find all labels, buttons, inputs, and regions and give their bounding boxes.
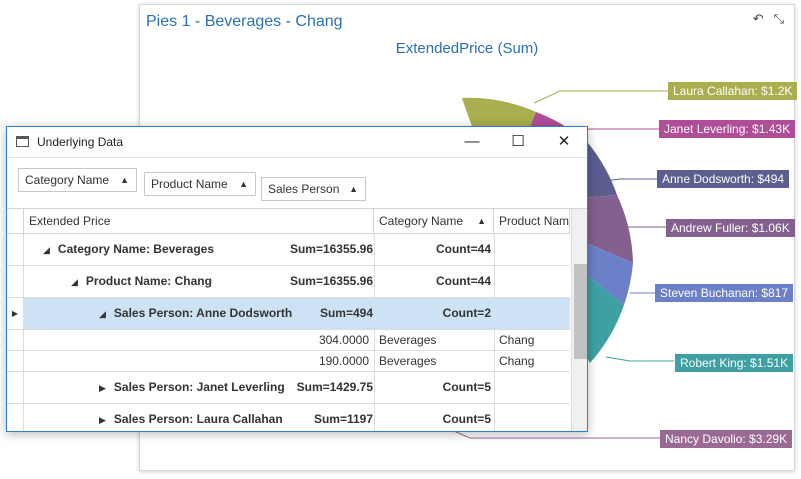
dashboard-title: Pies 1 - Beverages - Chang (146, 13, 343, 30)
dashboard-tools: ↶ ⤡ (753, 11, 784, 27)
column-header-label: Category Name (379, 214, 464, 228)
data-grid: Extended Price Category Name ▲ Product N… (7, 208, 587, 431)
cell-product-name[interactable]: Chang (499, 330, 534, 351)
group-label: ◢ Sales Person: Anne Dodsworth (99, 306, 293, 320)
sort-up-icon: ▲ (477, 216, 486, 226)
group-chip-label: Product Name (151, 177, 228, 191)
minimize-button[interactable]: — (449, 127, 495, 157)
group-sum: Sum=1429.75 (296, 380, 373, 394)
cell-category-name[interactable]: Beverages (379, 351, 436, 372)
current-row-arrow-icon: ▶ (11, 309, 19, 318)
underlying-data-window: Underlying Data — ☐ ✕ Category Name ▲ Pr… (6, 126, 588, 432)
scrollbar-thumb[interactable] (574, 264, 587, 359)
cell-product-name[interactable]: Chang (499, 351, 534, 372)
group-row-category[interactable]: ◢ Category Name: Beverages Sum=16355.96 C… (7, 234, 570, 266)
slice-label-robert: Robert King: $1.51K (675, 354, 794, 372)
group-chip-sales-person[interactable]: Sales Person ▲ (261, 177, 366, 201)
sort-up-icon: ▲ (120, 175, 129, 185)
pie-caption: ExtendedPrice (Sum) (395, 40, 539, 57)
group-count: Count=2 (442, 306, 491, 320)
leader-robert (605, 356, 674, 362)
slice-label-nancy: Nancy Davolio: $3.29K (660, 430, 793, 448)
collapse-icon[interactable]: ⤡ (774, 11, 784, 27)
group-label: ▶ Sales Person: Laura Callahan (99, 412, 283, 426)
data-row[interactable]: 190.0000 Beverages Chang (7, 351, 570, 372)
group-chip-label: Category Name (25, 173, 110, 187)
group-chip-category-name[interactable]: Category Name ▲ (18, 168, 137, 192)
cell-extended-price[interactable]: 304.0000 (319, 330, 369, 351)
window-icon (16, 136, 29, 147)
window-controls: — ☐ ✕ (449, 127, 587, 157)
vertical-scrollbar[interactable] (571, 209, 587, 431)
column-header-extended-price[interactable]: Extended Price (24, 209, 374, 234)
group-count: Count=5 (442, 412, 491, 426)
group-label: ◢ Product Name: Chang (71, 274, 212, 288)
leader-laura (533, 90, 668, 104)
group-label: ◢ Category Name: Beverages (43, 242, 214, 256)
header-indicator (7, 209, 24, 234)
row-indicator (7, 234, 24, 265)
column-header-product-name[interactable]: Product Nam (494, 209, 570, 234)
slice-label-steven: Steven Buchanan: $817 (655, 284, 794, 302)
row-indicator (7, 372, 24, 403)
row-indicator (7, 266, 24, 297)
collapse-triangle-icon[interactable]: ◢ (71, 277, 78, 287)
slice-label-laura: Laura Callahan: $1.2K (668, 82, 798, 100)
group-count: Count=44 (435, 242, 491, 256)
cell-extended-price[interactable]: 190.0000 (319, 351, 369, 372)
close-button[interactable]: ✕ (541, 127, 587, 157)
group-label: ▶ Sales Person: Janet Leverling (99, 380, 285, 394)
cell-category-name[interactable]: Beverages (379, 330, 436, 351)
sort-up-icon: ▲ (239, 179, 248, 189)
group-count: Count=5 (442, 380, 491, 394)
slice-label-anne: Anne Dodsworth: $494 (657, 170, 790, 188)
group-sum: Sum=494 (319, 306, 373, 320)
collapse-triangle-icon[interactable]: ◢ (43, 245, 50, 255)
group-panel: Category Name ▲ Product Name ▲ Sales Per… (7, 157, 587, 207)
group-row-sales-person-laura[interactable]: ▶ Sales Person: Laura Callahan Sum=1197 C… (7, 404, 570, 431)
column-header-category-name[interactable]: Category Name ▲ (374, 209, 494, 234)
window-titlebar[interactable]: Underlying Data — ☐ ✕ (7, 127, 587, 157)
expand-triangle-icon[interactable]: ▶ (99, 415, 106, 425)
group-count: Count=44 (435, 274, 491, 288)
group-sum: Sum=16355.96 (289, 242, 373, 256)
undo-icon[interactable]: ↶ (753, 11, 764, 27)
group-chip-product-name[interactable]: Product Name ▲ (144, 172, 256, 196)
group-sum: Sum=1197 (313, 412, 373, 426)
group-row-product[interactable]: ◢ Product Name: Chang Sum=16355.96 Count=… (7, 266, 570, 298)
row-indicator (7, 351, 24, 371)
grid-header: Extended Price Category Name ▲ Product N… (7, 209, 570, 234)
data-row[interactable]: 304.0000 Beverages Chang (7, 330, 570, 351)
group-chip-label: Sales Person (268, 182, 340, 196)
maximize-button[interactable]: ☐ (495, 127, 541, 157)
slice-label-andrew: Andrew Fuller: $1.06K (666, 219, 795, 237)
window-title: Underlying Data (37, 135, 124, 149)
sort-up-icon: ▲ (349, 184, 358, 194)
slice-label-janet: Janet Leverling: $1.43K (659, 120, 796, 138)
group-sum: Sum=16355.96 (289, 274, 373, 288)
expand-triangle-icon[interactable]: ▶ (99, 383, 106, 393)
group-row-sales-person-anne[interactable]: ▶ ◢ Sales Person: Anne Dodsworth Sum=494 … (7, 298, 570, 330)
leader-anne (604, 178, 658, 182)
group-row-sales-person-janet[interactable]: ▶ Sales Person: Janet Leverling Sum=1429.… (7, 372, 570, 404)
row-indicator (7, 330, 24, 350)
row-indicator: ▶ (7, 298, 24, 329)
row-indicator (7, 404, 24, 431)
collapse-triangle-icon[interactable]: ◢ (99, 309, 106, 319)
